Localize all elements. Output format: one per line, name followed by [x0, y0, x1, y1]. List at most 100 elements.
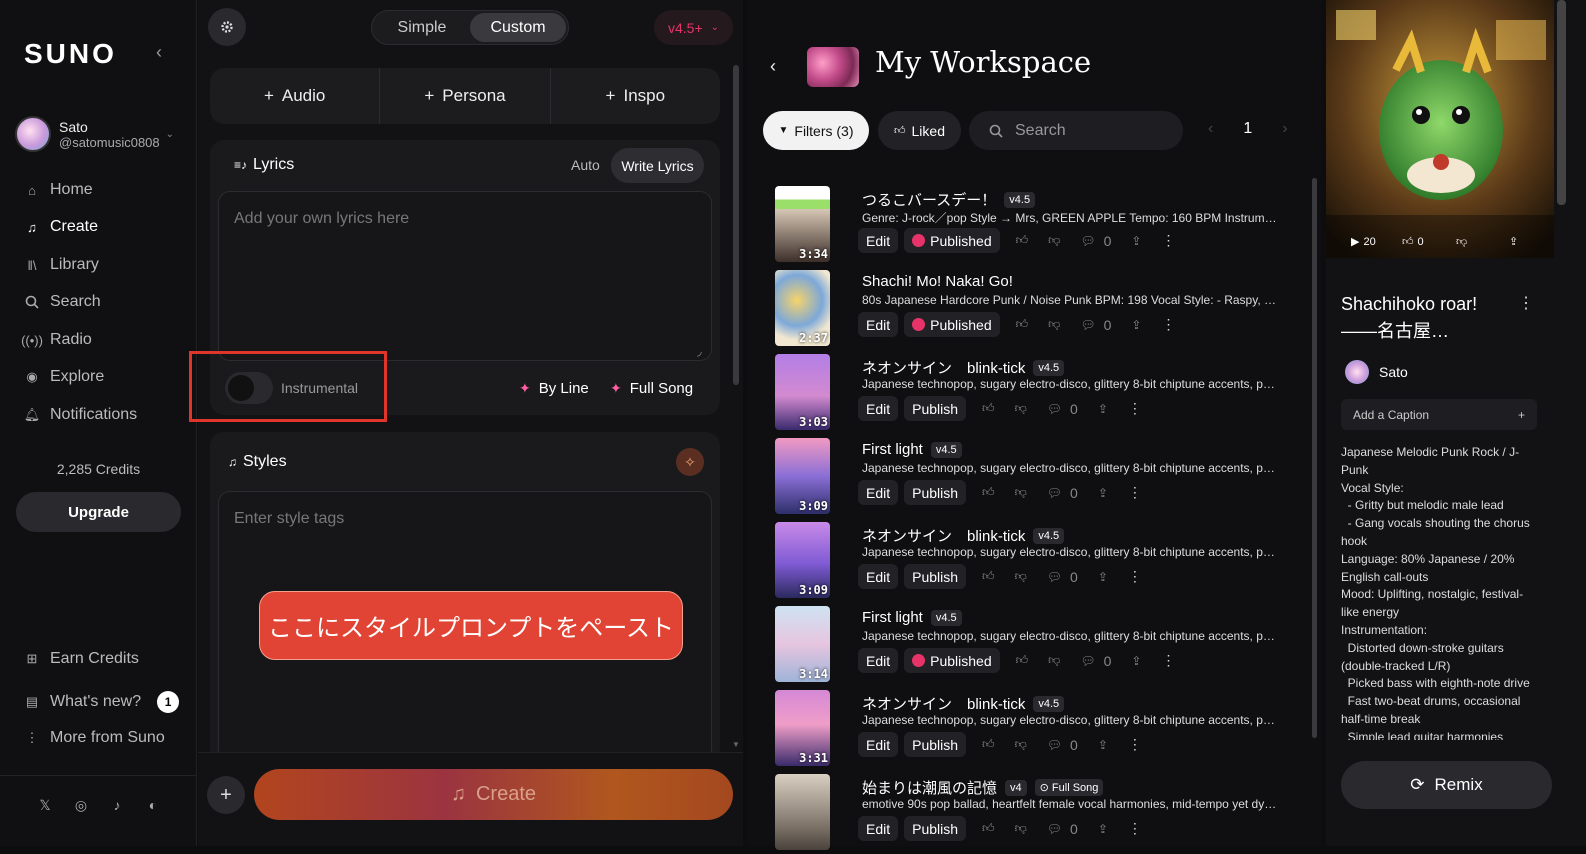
song-row[interactable]: 3:14 First light v4.5 Japanese technopop, s… [775, 606, 1285, 686]
sidebar-item-radio[interactable]: ((•)) Radio [21, 331, 92, 349]
cover-art[interactable] [1326, 0, 1554, 258]
song-author[interactable]: Sato [1345, 360, 1408, 384]
share-icon[interactable]: ⇪ [1098, 402, 1108, 416]
more-options-icon[interactable]: ⋮ [1161, 316, 1175, 333]
song-cover[interactable]: 3:09 [775, 522, 830, 598]
back-icon[interactable]: ‹ [770, 56, 776, 77]
published-button[interactable]: Published [904, 312, 1000, 337]
create-button[interactable]: ♫ Create [254, 769, 733, 820]
edit-button[interactable]: Edit [858, 312, 899, 337]
sidebar-item-notifications[interactable]: 🔔︎ Notifications [24, 406, 137, 424]
more-options-icon[interactable]: ⋮ [1128, 400, 1142, 417]
write-lyrics-button[interactable]: Write Lyrics [611, 148, 704, 183]
publish-button[interactable]: Publish [904, 396, 967, 421]
sidebar-item-create[interactable]: ♫ Create [24, 218, 98, 236]
share-icon[interactable]: ⇪ [1131, 654, 1141, 668]
publish-button[interactable]: Publish [904, 816, 967, 841]
add-persona-button[interactable]: + Persona [380, 68, 551, 124]
mode-custom-button[interactable]: Custom [470, 13, 566, 42]
song-cover[interactable]: 3:03 [775, 354, 830, 430]
song-title[interactable]: First light v4.5 [862, 609, 962, 626]
play-button[interactable]: ▶ 20 [1351, 235, 1376, 249]
song-row[interactable]: 3:34 つるこバースデー！ v4.5 Genre: J-rock／pop Style… [775, 186, 1285, 266]
thumbs-down-icon[interactable]: 👎︎ [1048, 233, 1060, 248]
filters-button[interactable]: ▼ Filters (3) [763, 111, 869, 150]
scrollbar[interactable] [1312, 178, 1317, 738]
model-version-select[interactable]: v4.5+ ⌄ [654, 10, 733, 45]
song-title[interactable]: 始まりは潮風の記憶 v4 ⊙ Full Song [862, 777, 1104, 798]
comment-button[interactable]: 💬︎ 0 [1047, 485, 1078, 501]
publish-button[interactable]: Publish [904, 480, 967, 505]
share-icon[interactable]: ⇪ [1098, 486, 1108, 500]
collapse-sidebar-icon[interactable]: ‹ [156, 42, 162, 63]
user-profile[interactable]: Sato @satomusic0808 ⌄ [15, 116, 174, 152]
upgrade-button[interactable]: Upgrade [16, 492, 181, 532]
settings-gear-icon[interactable] [208, 8, 246, 46]
more-options-icon[interactable]: ⋮ [1161, 232, 1175, 249]
song-row[interactable]: 3:03 ネオンサイン blink-tick v4.5 Japanese techno… [775, 354, 1285, 434]
thumbs-up-icon[interactable]: 👍︎ [982, 569, 995, 584]
add-caption-button[interactable]: Add a Caption + [1341, 399, 1537, 430]
sidebar-item-explore[interactable]: ◉ Explore [24, 368, 104, 386]
publish-button[interactable]: Publish [904, 732, 967, 757]
add-plus-button[interactable]: + [207, 776, 245, 814]
magic-wand-icon[interactable]: ✧ [676, 448, 704, 476]
published-button[interactable]: Published [904, 228, 1000, 253]
instagram-icon[interactable]: ◎ [63, 797, 99, 814]
liked-button[interactable]: 👍︎ Liked [878, 111, 961, 150]
more-from-suno-link[interactable]: ⋮ More from Suno [24, 729, 165, 747]
song-row[interactable]: 3:31 ネオンサイン blink-tick v4.5 Japanese techno… [775, 690, 1285, 770]
thumbs-up-icon[interactable]: 👍︎ [982, 821, 995, 836]
dislike-icon[interactable]: 👎︎ [1456, 235, 1467, 248]
discord-icon[interactable]: ◐ [135, 797, 171, 814]
song-title[interactable]: First light v4.5 [862, 441, 962, 458]
sidebar-item-library[interactable]: ‖\ Library [24, 256, 99, 274]
mode-simple-button[interactable]: Simple [374, 13, 470, 42]
song-title[interactable]: Shachi! Mo! Naka! Go! [862, 273, 1013, 290]
chevron-down-icon[interactable]: ⌄ [166, 129, 174, 140]
publish-button[interactable]: Publish [904, 564, 967, 589]
full-song-button[interactable]: ✦ Full Song [610, 380, 693, 397]
edit-button[interactable]: Edit [858, 816, 899, 841]
thumbs-down-icon[interactable]: 👎︎ [1015, 737, 1027, 752]
edit-button[interactable]: Edit [858, 228, 899, 253]
thumbs-down-icon[interactable]: 👎︎ [1048, 317, 1060, 332]
next-page-icon[interactable]: › [1282, 120, 1287, 138]
earn-credits-link[interactable]: ⊞ Earn Credits [24, 650, 139, 668]
share-icon[interactable]: ⇪ [1098, 822, 1108, 836]
lyrics-auto-button[interactable]: Auto [571, 157, 600, 173]
song-title[interactable]: ネオンサイン blink-tick v4.5 [862, 693, 1065, 714]
comment-button[interactable]: 💬︎ 0 [1047, 821, 1078, 837]
thumbs-up-icon[interactable]: 👍︎ [1016, 233, 1029, 248]
song-title[interactable]: ネオンサイン blink-tick v4.5 [862, 357, 1065, 378]
song-title[interactable]: つるこバースデー！ v4.5 [862, 189, 1036, 210]
thumbs-down-icon[interactable]: 👎︎ [1048, 653, 1060, 668]
workspace-search-input[interactable]: Search [969, 111, 1183, 150]
thumbs-down-icon[interactable]: 👎︎ [1015, 569, 1027, 584]
share-icon[interactable]: ⇪ [1509, 235, 1518, 248]
share-icon[interactable]: ⇪ [1131, 234, 1141, 248]
song-cover[interactable]: 2:37 [775, 270, 830, 346]
edit-button[interactable]: Edit [858, 564, 899, 589]
more-options-icon[interactable]: ⋮ [1128, 484, 1142, 501]
share-icon[interactable]: ⇪ [1098, 738, 1108, 752]
thumbs-up-icon[interactable]: 👍︎ [982, 737, 995, 752]
published-button[interactable]: Published [904, 648, 1000, 673]
more-options-icon[interactable]: ⋮ [1161, 652, 1175, 669]
scrollbar[interactable] [733, 65, 739, 385]
thumbs-down-icon[interactable]: 👎︎ [1015, 821, 1027, 836]
edit-button[interactable]: Edit [858, 648, 899, 673]
resize-handle-icon[interactable]: ◞ [697, 344, 702, 358]
share-icon[interactable]: ⇪ [1131, 318, 1141, 332]
share-icon[interactable]: ⇪ [1098, 570, 1108, 584]
scroll-down-icon[interactable]: ▼ [732, 740, 740, 749]
thumbs-up-icon[interactable]: 👍︎ [1016, 317, 1029, 332]
x-icon[interactable]: 𝕏 [27, 797, 63, 814]
suno-logo[interactable]: SUNO [24, 38, 117, 70]
comment-button[interactable]: 💬︎ 0 [1047, 737, 1078, 753]
remix-button[interactable]: ⟳ Remix [1341, 761, 1552, 809]
thumbs-up-icon[interactable]: 👍︎ [1016, 653, 1029, 668]
comment-button[interactable]: 💬︎ 0 [1080, 233, 1111, 249]
more-options-icon[interactable]: ⋮ [1128, 568, 1142, 585]
add-audio-button[interactable]: + Audio [210, 68, 381, 124]
